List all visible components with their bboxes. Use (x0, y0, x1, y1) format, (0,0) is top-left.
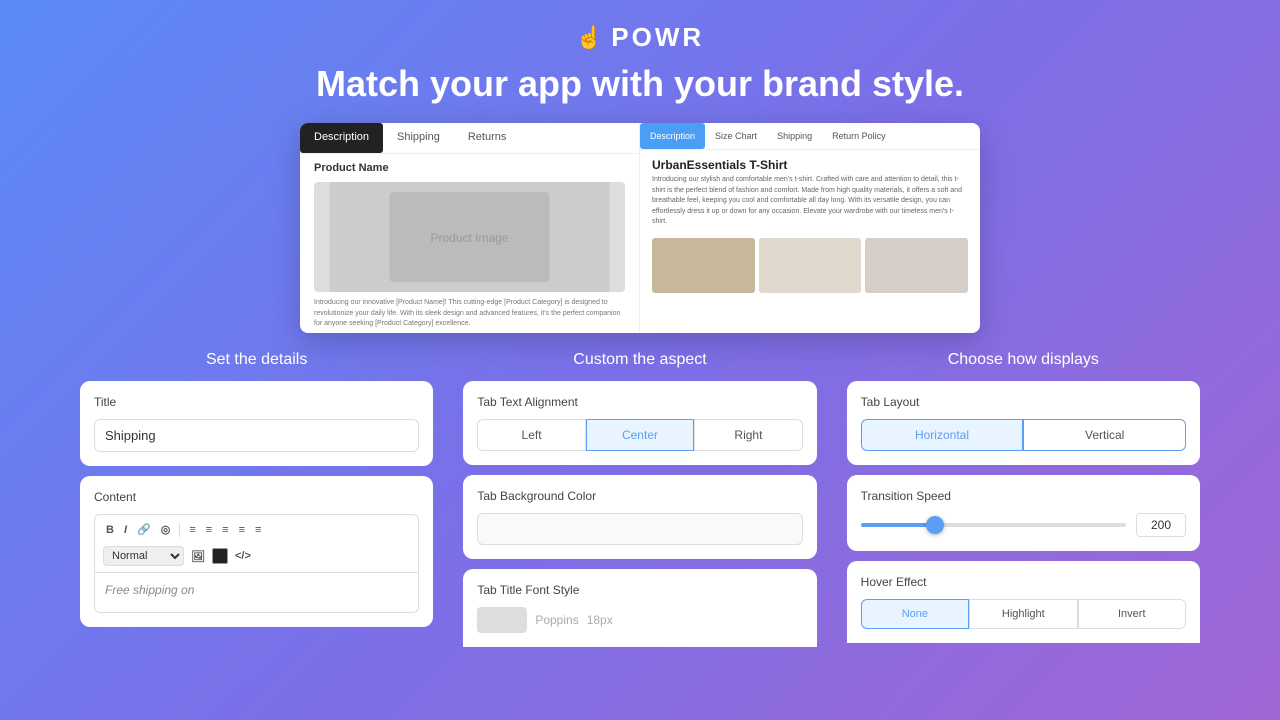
preview-thumb-1 (652, 238, 755, 293)
preview-tab-right-return[interactable]: Return Policy (822, 123, 896, 149)
title-input[interactable] (94, 419, 419, 452)
list-unordered-button[interactable]: ≡ (252, 522, 264, 538)
preview-tab-returns[interactable]: Returns (454, 123, 521, 153)
font-style-panel: Tab Title Font Style Poppins 18px (463, 569, 816, 647)
preview-tab-right-size[interactable]: Size Chart (705, 123, 767, 149)
bottom-section: Set the details Title Content B I 🔗 ◎ ≡ … (0, 351, 1280, 647)
tagline: Match your app with your brand style. (0, 63, 1280, 105)
font-name-label: Poppins (535, 613, 578, 627)
speed-slider-thumb[interactable] (926, 516, 944, 534)
layout-label: Tab Layout (861, 395, 1186, 409)
preview-left: Description Shipping Returns Product Nam… (300, 123, 640, 333)
content-label: Content (94, 490, 419, 504)
speed-panel: Transition Speed 200 (847, 475, 1200, 551)
list-ordered-button[interactable]: ≡ (236, 522, 248, 538)
preview-thumb-2 (759, 238, 862, 293)
logo-icon: ☝ (576, 25, 603, 51)
bg-color-label: Tab Background Color (477, 489, 802, 503)
font-style-preview (477, 607, 527, 633)
col2-title: Custom the aspect (463, 351, 816, 369)
preview-tab-right-desc[interactable]: Description (640, 123, 705, 149)
layout-btn-group: Horizontal Vertical (861, 419, 1186, 451)
title-panel: Title (80, 381, 433, 466)
editor-content[interactable]: Free shipping on (94, 573, 419, 613)
header: ☝ POWR Match your app with your brand st… (0, 0, 1280, 123)
hover-invert-btn[interactable]: Invert (1078, 599, 1186, 629)
col3-title: Choose how displays (847, 351, 1200, 369)
preview-tab-description[interactable]: Description (300, 123, 383, 153)
preview-tab-right-ship[interactable]: Shipping (767, 123, 822, 149)
preview-thumb-3 (865, 238, 968, 293)
content-panel: Content B I 🔗 ◎ ≡ ≡ ≡ ≡ ≡ Normal Heading… (80, 476, 433, 627)
code-button[interactable]: </> (232, 548, 254, 564)
align-center-button[interactable]: ≡ (203, 522, 215, 538)
align-center-tab[interactable]: Center (586, 419, 694, 451)
speed-slider-track[interactable] (861, 523, 1126, 527)
speed-label: Transition Speed (861, 489, 1186, 503)
svg-text:Product Image: Product Image (430, 231, 508, 245)
circle-button[interactable]: ◎ (158, 521, 174, 538)
preview-container: Description Shipping Returns Product Nam… (0, 123, 1280, 333)
speed-value: 200 (1136, 513, 1186, 537)
hover-panel: Hover Effect None Highlight Invert (847, 561, 1200, 643)
toolbar-sep-1 (179, 523, 180, 537)
preview-images-row (640, 234, 980, 297)
hover-none-btn[interactable]: None (861, 599, 969, 629)
preview-right: Description Size Chart Shipping Return P… (640, 123, 980, 333)
column-aspect: Custom the aspect Tab Text Alignment Lef… (463, 351, 816, 647)
align-left-tab[interactable]: Left (477, 419, 585, 451)
column-display: Choose how displays Tab Layout Horizonta… (847, 351, 1200, 647)
preview-tabs-right: Description Size Chart Shipping Return P… (640, 123, 980, 150)
color-swatch[interactable] (212, 548, 228, 564)
preview-tabs-left: Description Shipping Returns (300, 123, 639, 154)
preview-tab-shipping[interactable]: Shipping (383, 123, 454, 153)
column-details: Set the details Title Content B I 🔗 ◎ ≡ … (80, 351, 433, 647)
bg-color-panel: Tab Background Color (463, 475, 816, 559)
align-right-button[interactable]: ≡ (219, 522, 231, 538)
preview-product-title: UrbanEssentials T-Shirt (640, 150, 980, 175)
link-button[interactable]: 🔗 (134, 521, 154, 538)
col1-title: Set the details (80, 351, 433, 369)
preview-text: Introducing our innovative [Product Name… (300, 292, 639, 333)
preview-product-desc: Introducing our stylish and comfortable … (640, 175, 980, 234)
speed-slider-row: 200 (861, 513, 1186, 537)
title-label: Title (94, 395, 419, 409)
align-left-button[interactable]: ≡ (186, 522, 198, 538)
editor-toolbar: B I 🔗 ◎ ≡ ≡ ≡ ≡ ≡ Normal Heading 1 Headi… (94, 514, 419, 573)
logo-text: POWR (611, 22, 704, 53)
bg-color-input[interactable] (477, 513, 802, 545)
preview-product-name: Product Name (300, 154, 639, 182)
alignment-btn-group: Left Center Right (477, 419, 802, 451)
image-button[interactable]: 🖼 (188, 548, 208, 565)
alignment-label: Tab Text Alignment (477, 395, 802, 409)
italic-button[interactable]: I (121, 522, 130, 538)
hover-highlight-btn[interactable]: Highlight (969, 599, 1077, 629)
style-select[interactable]: Normal Heading 1 Heading 2 (103, 546, 184, 566)
layout-horizontal-btn[interactable]: Horizontal (861, 419, 1024, 451)
bold-button[interactable]: B (103, 522, 117, 538)
preview-product-image: Product Image (314, 182, 625, 292)
font-style-label: Tab Title Font Style (477, 583, 802, 597)
layout-vertical-btn[interactable]: Vertical (1023, 419, 1186, 451)
hover-btn-group: None Highlight Invert (861, 599, 1186, 629)
logo: ☝ POWR (0, 22, 1280, 53)
alignment-panel: Tab Text Alignment Left Center Right (463, 381, 816, 465)
font-size-label: 18px (587, 613, 613, 627)
preview-box: Description Shipping Returns Product Nam… (300, 123, 980, 333)
layout-panel: Tab Layout Horizontal Vertical (847, 381, 1200, 465)
hover-label: Hover Effect (861, 575, 1186, 589)
align-right-tab[interactable]: Right (694, 419, 802, 451)
